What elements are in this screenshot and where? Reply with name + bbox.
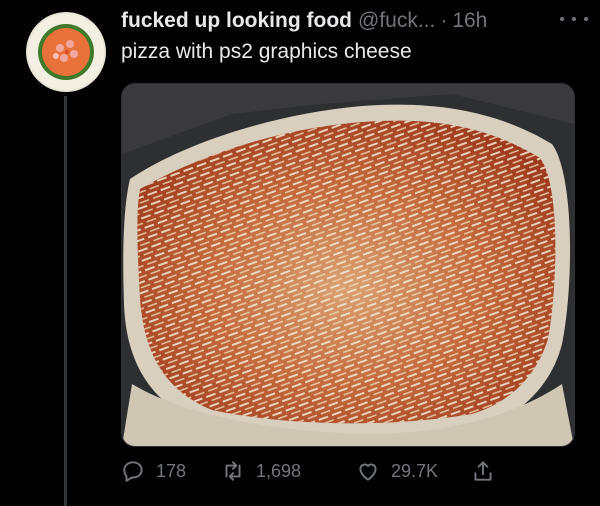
share-button[interactable] [470,455,496,487]
user-handle[interactable]: @fuck... [358,9,435,33]
reply-button[interactable]: 178 [120,455,186,487]
reply-count: 178 [156,460,187,481]
display-name[interactable]: fucked up looking food [121,9,352,33]
thread-line [64,96,67,506]
share-icon [474,461,492,481]
retweet-count: 1,698 [256,460,302,481]
tweet-actions: 178 1,698 29.7K [120,455,510,487]
tweet-text: pizza with ps2 graphics cheese [121,40,412,63]
ellipsis-icon[interactable] [560,10,588,28]
avatar[interactable] [26,12,106,92]
retweet-button[interactable]: 1,698 [220,455,301,487]
like-button[interactable]: 29.7K [355,455,438,487]
tweet-media[interactable] [121,83,575,447]
like-count: 29.7K [391,460,439,481]
tweet-header: fucked up looking food @fuck... · 16h [121,6,580,36]
pizza-photo [122,84,574,446]
avatar-food-image [28,14,104,90]
reply-icon [123,461,143,482]
heart-icon [359,463,377,481]
separator-dot: · [440,9,448,32]
timestamp[interactable]: 16h [452,9,487,33]
retweet-icon [225,461,241,481]
